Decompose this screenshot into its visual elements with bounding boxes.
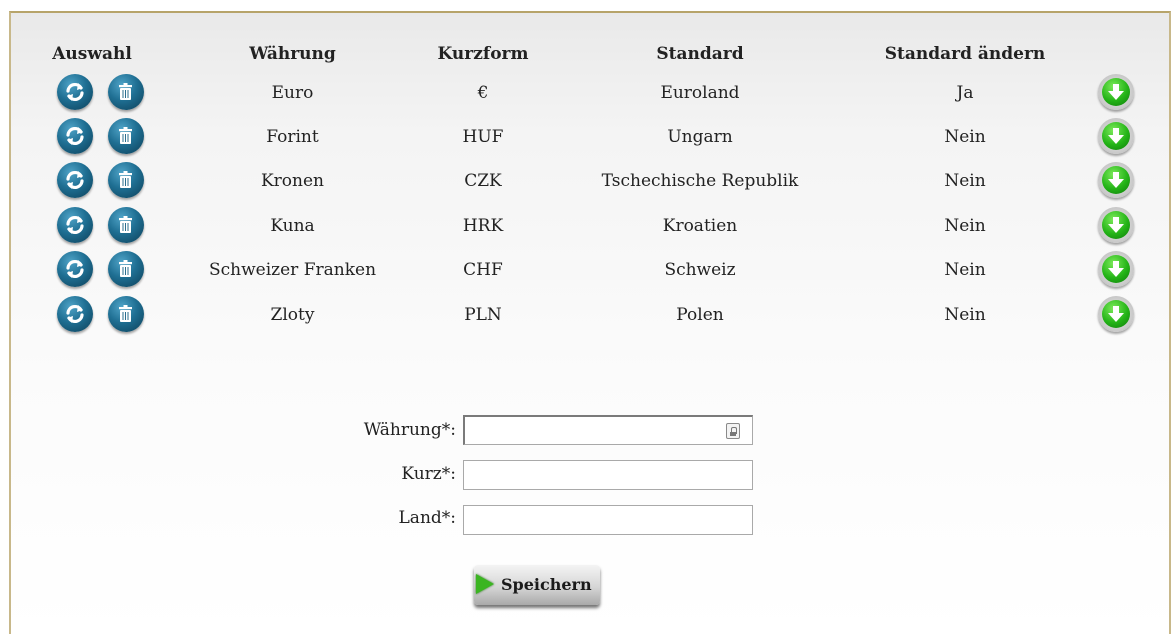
cell-standard: Polen	[676, 305, 724, 325]
header-auswahl: Auswahl	[52, 44, 132, 64]
delete-button[interactable]	[108, 74, 144, 110]
cell-kurzform: €	[477, 83, 489, 103]
header-standard-aendern: Standard ändern	[884, 44, 1046, 64]
waehrung-input[interactable]	[463, 415, 753, 445]
save-button-label: Speichern	[501, 575, 592, 594]
delete-button[interactable]	[108, 207, 144, 243]
cell-standard-aendern: Nein	[944, 127, 986, 147]
cell-waehrung: Zloty	[270, 305, 315, 325]
refresh-button[interactable]	[57, 251, 93, 287]
delete-button[interactable]	[108, 118, 144, 154]
refresh-button[interactable]	[57, 207, 93, 243]
cell-standard: Tschechische Republik	[601, 171, 799, 191]
cell-waehrung: Forint	[266, 127, 319, 147]
kurz-input[interactable]	[463, 460, 753, 490]
cell-standard: Kroatien	[662, 216, 738, 236]
cell-waehrung: Kronen	[260, 171, 325, 191]
cell-kurzform: PLN	[464, 305, 502, 325]
keyboard-lock-icon[interactable]	[726, 423, 740, 439]
cell-standard-aendern: Ja	[956, 83, 974, 103]
cell-standard-aendern: Nein	[944, 305, 986, 325]
cell-kurzform: HUF	[462, 127, 504, 147]
set-default-button[interactable]	[1098, 207, 1134, 243]
set-default-button[interactable]	[1098, 118, 1134, 154]
play-arrow-icon	[476, 574, 494, 594]
arrow-down-icon	[1102, 78, 1130, 106]
cell-kurzform: CHF	[463, 260, 503, 280]
cell-standard: Schweiz	[664, 260, 736, 280]
set-default-button[interactable]	[1098, 162, 1134, 198]
delete-button[interactable]	[108, 251, 144, 287]
cell-standard-aendern: Nein	[944, 260, 986, 280]
cell-standard: Ungarn	[667, 127, 733, 147]
arrow-down-icon	[1102, 211, 1130, 239]
arrow-down-icon	[1102, 300, 1130, 328]
header-kurzform: Kurzform	[437, 44, 529, 64]
land-input[interactable]	[463, 505, 753, 535]
cell-kurzform: HRK	[462, 216, 504, 236]
delete-button[interactable]	[108, 296, 144, 332]
cell-kurzform: CZK	[464, 171, 502, 191]
refresh-button[interactable]	[57, 296, 93, 332]
kurz-label: Kurz*:	[401, 464, 456, 484]
save-button[interactable]: Speichern	[474, 565, 600, 605]
arrow-down-icon	[1102, 255, 1130, 283]
land-label: Land*:	[398, 508, 456, 528]
cell-standard: Euroland	[660, 83, 740, 103]
cell-waehrung: Euro	[271, 83, 314, 103]
refresh-button[interactable]	[57, 162, 93, 198]
delete-button[interactable]	[108, 162, 144, 198]
cell-standard-aendern: Nein	[944, 171, 986, 191]
cell-waehrung: Kuna	[270, 216, 315, 236]
cell-standard-aendern: Nein	[944, 216, 986, 236]
header-standard: Standard	[656, 44, 744, 64]
header-waehrung: Währung	[249, 44, 336, 64]
set-default-button[interactable]	[1098, 296, 1134, 332]
waehrung-label: Währung*:	[363, 420, 456, 440]
refresh-button[interactable]	[57, 118, 93, 154]
refresh-button[interactable]	[57, 74, 93, 110]
set-default-button[interactable]	[1098, 74, 1134, 110]
set-default-button[interactable]	[1098, 251, 1134, 287]
cell-waehrung: Schweizer Franken	[208, 260, 377, 280]
arrow-down-icon	[1102, 166, 1130, 194]
arrow-down-icon	[1102, 122, 1130, 150]
